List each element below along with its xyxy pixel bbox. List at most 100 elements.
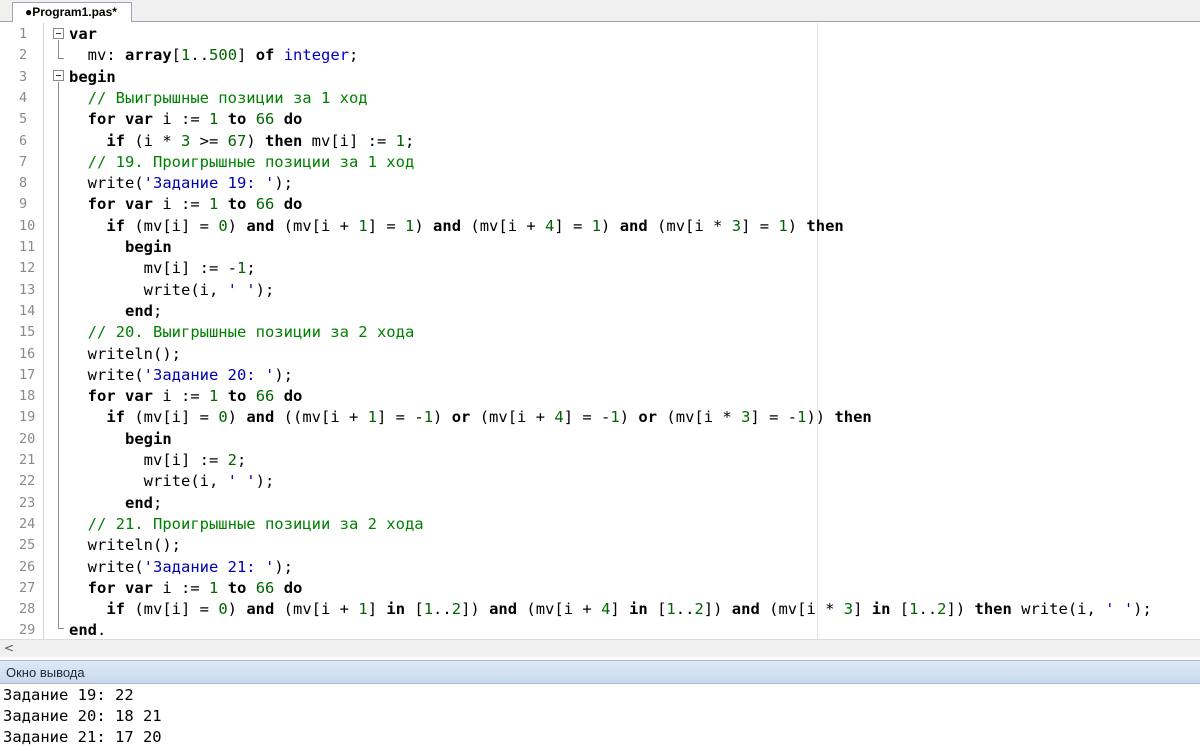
- tab-program1[interactable]: ●Program1.pas*: [12, 2, 132, 22]
- code-line[interactable]: 17 write('Задание 20: ');: [0, 365, 1200, 386]
- code-token: ): [619, 408, 639, 427]
- code-token: to: [227, 195, 247, 214]
- code-token: write(i,: [69, 280, 228, 299]
- code-token: i :=: [153, 195, 209, 214]
- code-line[interactable]: 28 if (mv[i] = 0) and (mv[i + 1] in [1..…: [0, 599, 1200, 620]
- code-line[interactable]: 11 begin: [0, 237, 1200, 258]
- code-token: ]): [946, 600, 975, 619]
- code-text: for var i := 1 to 66 do: [69, 386, 303, 407]
- code-token: of: [255, 46, 275, 65]
- code-token: (mv[i *: [657, 408, 742, 427]
- line-number: 9: [19, 196, 28, 213]
- code-token: then: [265, 131, 303, 150]
- code-text: writeln();: [69, 535, 181, 556]
- code-token: ..: [190, 46, 210, 65]
- code-line[interactable]: 5 for var i := 1 to 66 do: [0, 109, 1200, 130]
- code-line[interactable]: 8 write('Задание 19: ');: [0, 173, 1200, 194]
- code-token: ;: [405, 131, 415, 150]
- line-number: 20: [19, 430, 36, 447]
- code-token: write(i,: [69, 472, 228, 491]
- code-token: array: [125, 46, 172, 65]
- code-line[interactable]: 20 begin: [0, 429, 1200, 450]
- code-token: if: [106, 408, 125, 427]
- code-line[interactable]: 7 // 19. Проигрышные позиции за 1 ход: [0, 152, 1200, 173]
- code-editor[interactable]: 1 var 2 mv: array[1..500] of integer; 3 begi…: [0, 23, 1200, 639]
- code-line[interactable]: 25 writeln();: [0, 535, 1200, 556]
- horizontal-scrollbar[interactable]: <: [0, 639, 1200, 657]
- code-token: integer: [283, 46, 350, 65]
- code-token: end: [69, 621, 97, 639]
- code-line[interactable]: 29 end.: [0, 620, 1200, 639]
- code-token: ] = -: [750, 408, 798, 427]
- code-token: ): [433, 408, 452, 427]
- code-token: to: [227, 387, 247, 406]
- code-line[interactable]: 14 end;: [0, 301, 1200, 322]
- code-line[interactable]: 18 for var i := 1 to 66 do: [0, 386, 1200, 407]
- code-token: // 20. Выигрышные позиции за 2 хода: [69, 323, 415, 342]
- code-line[interactable]: 2 mv: array[1..500] of integer;: [0, 45, 1200, 66]
- code-token: writeln();: [69, 536, 181, 555]
- code-text: // 21. Проигрышные позиции за 2 хода: [69, 514, 424, 535]
- code-line[interactable]: 16 writeln();: [0, 344, 1200, 365]
- output-line: Задание 21: 17 20: [3, 728, 162, 746]
- line-number: 2: [19, 47, 28, 64]
- code-token: 66: [255, 110, 275, 129]
- code-line[interactable]: 26 write('Задание 21: ');: [0, 557, 1200, 578]
- code-token: ;: [349, 46, 359, 65]
- code-line[interactable]: 13 write(i, ' ');: [0, 280, 1200, 301]
- code-token: begin: [125, 238, 172, 256]
- code-line[interactable]: 19 if (mv[i] = 0) and ((mv[i + 1] = -1) …: [0, 407, 1200, 428]
- code-token: 1: [610, 408, 620, 427]
- output-window[interactable]: Задание 19: 22 Задание 20: 18 21 Задание…: [0, 685, 1200, 751]
- code-token: 66: [255, 195, 275, 214]
- line-number: 26: [19, 558, 36, 575]
- code-token: 0: [218, 216, 228, 235]
- code-token: // Выигрышные позиции за 1 ход: [69, 88, 368, 107]
- code-token: do: [283, 110, 303, 129]
- code-token: );: [255, 280, 275, 299]
- code-token: ;: [153, 301, 163, 320]
- code-token: (mv[i *: [647, 216, 732, 235]
- code-token: 1: [666, 600, 676, 619]
- code-token: 1: [209, 387, 219, 406]
- code-token: 1: [236, 259, 247, 278]
- code-token: ..: [433, 600, 452, 619]
- code-token: (mv[i] =: [125, 216, 219, 235]
- code-text: end.: [69, 620, 106, 639]
- line-number: 24: [19, 515, 36, 532]
- code-line[interactable]: 24 // 21. Проигрышные позиции за 2 хода: [0, 514, 1200, 535]
- code-text: writeln();: [69, 344, 181, 365]
- scroll-left-arrow[interactable]: <: [4, 641, 14, 655]
- code-line[interactable]: 23 end;: [0, 493, 1200, 514]
- line-number: 18: [19, 388, 36, 405]
- code-line[interactable]: 10 if (mv[i] = 0) and (mv[i + 1] = 1) an…: [0, 216, 1200, 237]
- code-text: begin: [69, 429, 172, 450]
- line-number: 29: [19, 622, 36, 639]
- code-token: (mv[i] =: [125, 408, 219, 427]
- line-number: 28: [19, 601, 36, 618]
- code-line[interactable]: 12 mv[i] := -1;: [0, 258, 1200, 279]
- code-line[interactable]: 9 for var i := 1 to 66 do: [0, 194, 1200, 215]
- code-line[interactable]: 6 if (i * 3 >= 67) then mv[i] := 1;: [0, 131, 1200, 152]
- code-line[interactable]: 22 write(i, ' ');: [0, 471, 1200, 492]
- code-token: i :=: [153, 578, 209, 597]
- code-text: for var i := 1 to 66 do: [69, 194, 303, 215]
- line-number: 17: [19, 366, 36, 383]
- line-number: 3: [19, 68, 28, 85]
- code-line[interactable]: 1 var: [0, 24, 1200, 45]
- code-token: and: [731, 600, 760, 619]
- code-token: [: [405, 600, 424, 619]
- code-line[interactable]: 21 mv[i] := 2;: [0, 450, 1200, 471]
- code-line[interactable]: 3 begin: [0, 67, 1200, 88]
- code-token: ((mv[i +: [274, 408, 368, 427]
- code-line[interactable]: 15 // 20. Выигрышные позиции за 2 хода: [0, 322, 1200, 343]
- line-number: 14: [19, 302, 36, 319]
- code-token: in: [386, 600, 406, 619]
- code-line[interactable]: 4 // Выигрышные позиции за 1 ход: [0, 88, 1200, 109]
- code-line[interactable]: 27 for var i := 1 to 66 do: [0, 578, 1200, 599]
- code-token: ): [601, 216, 620, 235]
